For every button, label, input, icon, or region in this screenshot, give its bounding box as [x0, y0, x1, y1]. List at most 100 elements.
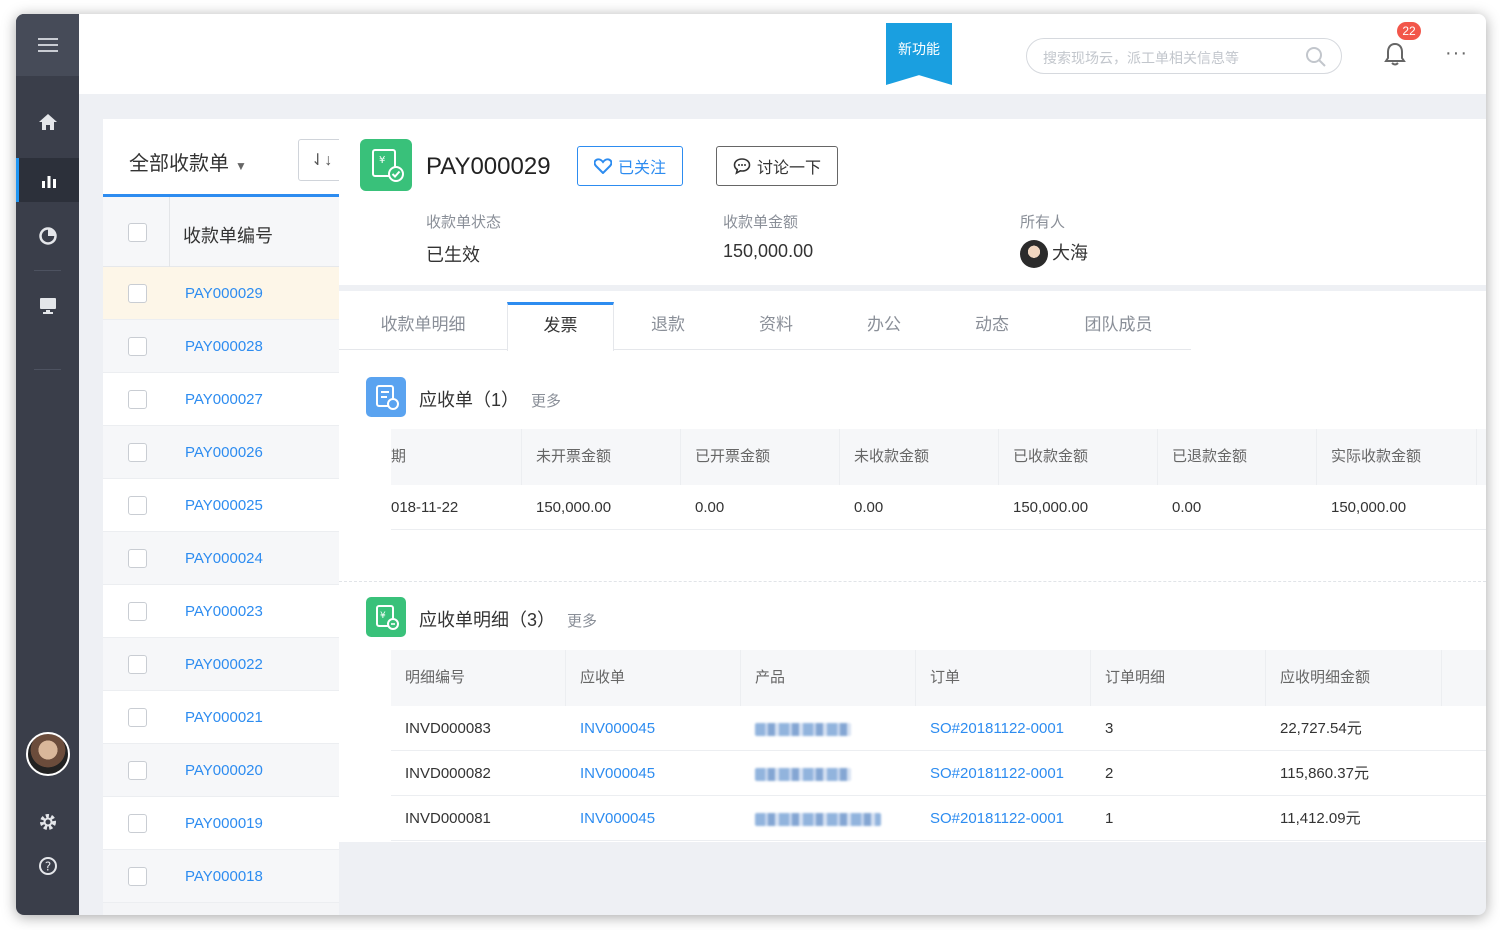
receivable-section-header: 应收单（1） 更多: [419, 386, 561, 412]
payment-code-link[interactable]: PAY000024: [185, 550, 263, 567]
cell-invoiced: 0.00: [695, 499, 725, 516]
top-bar: 新功能 搜索现场云，派工单相关信息等 22 ···: [79, 14, 1486, 94]
payment-code-link[interactable]: PAY000023: [185, 603, 263, 620]
cell-received: 150,000.00: [1013, 499, 1089, 516]
payment-code-link[interactable]: PAY000021: [185, 709, 263, 726]
new-feature-badge[interactable]: 新功能: [886, 23, 952, 85]
payment-code-link[interactable]: PAY000020: [185, 762, 263, 779]
header-detail-code: 明细编号: [391, 650, 566, 706]
list-item[interactable]: PAY000025: [103, 479, 339, 532]
list-item[interactable]: PAY000019: [103, 797, 339, 850]
discuss-button[interactable]: 讨论一下: [716, 146, 839, 186]
follow-button[interactable]: 已关注: [577, 146, 684, 186]
monitor-icon: [39, 298, 56, 314]
cell-order-link[interactable]: SO#20181122-0001: [916, 751, 1064, 796]
list-item[interactable]: PAY000027: [103, 373, 339, 426]
cell-receivable-link[interactable]: INV000045: [566, 751, 655, 796]
menu-button[interactable]: [16, 14, 79, 76]
tab-activity[interactable]: 动态: [938, 302, 1046, 350]
nav-reports[interactable]: [16, 158, 79, 202]
row-checkbox[interactable]: [128, 549, 147, 568]
payment-code-link[interactable]: PAY000018: [185, 868, 263, 885]
table-row[interactable]: INVD000081 INV000045 SO#20181122-0001 1 …: [391, 796, 1486, 841]
home-icon: [38, 114, 57, 130]
payment-code-link[interactable]: PAY000027: [185, 391, 263, 408]
payment-code-link[interactable]: PAY000029: [185, 285, 263, 302]
column-header-code: 收款单编号: [183, 226, 273, 246]
nav-analytics[interactable]: [16, 214, 79, 258]
row-checkbox[interactable]: [128, 655, 147, 674]
cell-product[interactable]: [741, 796, 881, 841]
receivable-detail-more-link[interactable]: 更多: [567, 613, 597, 630]
rail-divider: [34, 270, 61, 271]
tab-payment-details[interactable]: 收款单明细: [339, 302, 507, 350]
header-refunded: 已退款金额: [1158, 429, 1317, 485]
list-item[interactable]: PAY000026: [103, 426, 339, 479]
payment-code-link[interactable]: PAY000025: [185, 497, 263, 514]
cell-product[interactable]: [741, 706, 851, 751]
left-rail: ?: [16, 14, 79, 915]
chevron-down-icon: ▼: [235, 159, 247, 173]
cell-order-link[interactable]: SO#20181122-0001: [916, 706, 1064, 751]
list-filter-dropdown[interactable]: 全部收款单 ▼: [129, 147, 247, 176]
payment-code-link[interactable]: PAY000022: [185, 656, 263, 673]
payment-code-link[interactable]: PAY000028: [185, 338, 263, 355]
table-row[interactable]: 018-11-22 150,000.00 0.00 0.00 150,000.0…: [391, 485, 1486, 530]
list-header: 全部收款单 ▼ ⇃↓: [103, 119, 348, 197]
svg-text:¥: ¥: [379, 155, 385, 166]
header-detail-amount: 应收明细金额: [1266, 650, 1442, 706]
cell-order-link[interactable]: SO#20181122-0001: [916, 796, 1064, 841]
row-checkbox[interactable]: [128, 867, 147, 886]
row-checkbox[interactable]: [128, 708, 147, 727]
cell-actual-received: 150,000.00: [1331, 499, 1407, 516]
search-icon[interactable]: [1305, 46, 1327, 68]
payment-code-link[interactable]: PAY000019: [185, 815, 263, 832]
header-receivable: 应收单: [566, 650, 741, 706]
nav-screen[interactable]: [16, 284, 79, 328]
user-avatar[interactable]: [26, 732, 70, 776]
row-checkbox[interactable]: [128, 337, 147, 356]
hamburger-icon: [37, 38, 58, 52]
more-menu-button[interactable]: ···: [1445, 42, 1468, 65]
row-checkbox[interactable]: [128, 390, 147, 409]
list-item[interactable]: PAY000021: [103, 691, 339, 744]
nav-home[interactable]: [16, 100, 79, 144]
owner-value[interactable]: 大海: [1020, 239, 1088, 269]
list-item[interactable]: PAY000029: [103, 267, 339, 320]
rail-divider: [34, 369, 61, 370]
tab-team-members[interactable]: 团队成员: [1046, 302, 1191, 350]
cell-receivable-link[interactable]: INV000045: [566, 796, 655, 841]
list-item[interactable]: PAY000020: [103, 744, 339, 797]
row-checkbox[interactable]: [128, 443, 147, 462]
search-input[interactable]: 搜索现场云，派工单相关信息等: [1026, 38, 1342, 74]
row-checkbox[interactable]: [128, 284, 147, 303]
table-row[interactable]: INVD000082 INV000045 SO#20181122-0001 2 …: [391, 751, 1486, 796]
row-checkbox[interactable]: [128, 761, 147, 780]
select-all-checkbox[interactable]: [128, 223, 147, 242]
tab-office[interactable]: 办公: [830, 302, 938, 350]
nav-settings[interactable]: [16, 800, 79, 844]
payment-code-link[interactable]: PAY000026: [185, 444, 263, 461]
tab-refund[interactable]: 退款: [614, 302, 722, 350]
row-checkbox[interactable]: [128, 496, 147, 515]
list-item[interactable]: PAY000022: [103, 638, 339, 691]
header-invoiced: 已开票金额: [681, 429, 840, 485]
list-item[interactable]: PAY000018: [103, 850, 339, 903]
row-checkbox[interactable]: [128, 602, 147, 621]
tab-invoice[interactable]: 发票: [507, 302, 614, 351]
cell-product[interactable]: [741, 751, 851, 796]
receivable-table-header: 期 未开票金额 已开票金额 未收款金额 已收款金额 已退款金额 实际收款金额: [391, 429, 1486, 485]
list-item[interactable]: PAY000023: [103, 585, 339, 638]
help-icon: ?: [38, 857, 57, 875]
detail-tabs: 收款单明细 发票 退款 资料 办公 动态 团队成员: [339, 302, 1191, 351]
header-order: 订单: [916, 650, 1091, 706]
nav-help[interactable]: ?: [16, 844, 79, 888]
row-checkbox[interactable]: [128, 814, 147, 833]
table-row[interactable]: INVD000083 INV000045 SO#20181122-0001 3 …: [391, 706, 1486, 751]
bell-icon[interactable]: [1384, 42, 1406, 66]
tab-documents[interactable]: 资料: [722, 302, 830, 350]
list-item[interactable]: PAY000028: [103, 320, 339, 373]
receivable-more-link[interactable]: 更多: [531, 393, 561, 410]
cell-receivable-link[interactable]: INV000045: [566, 706, 655, 751]
list-item[interactable]: PAY000024: [103, 532, 339, 585]
